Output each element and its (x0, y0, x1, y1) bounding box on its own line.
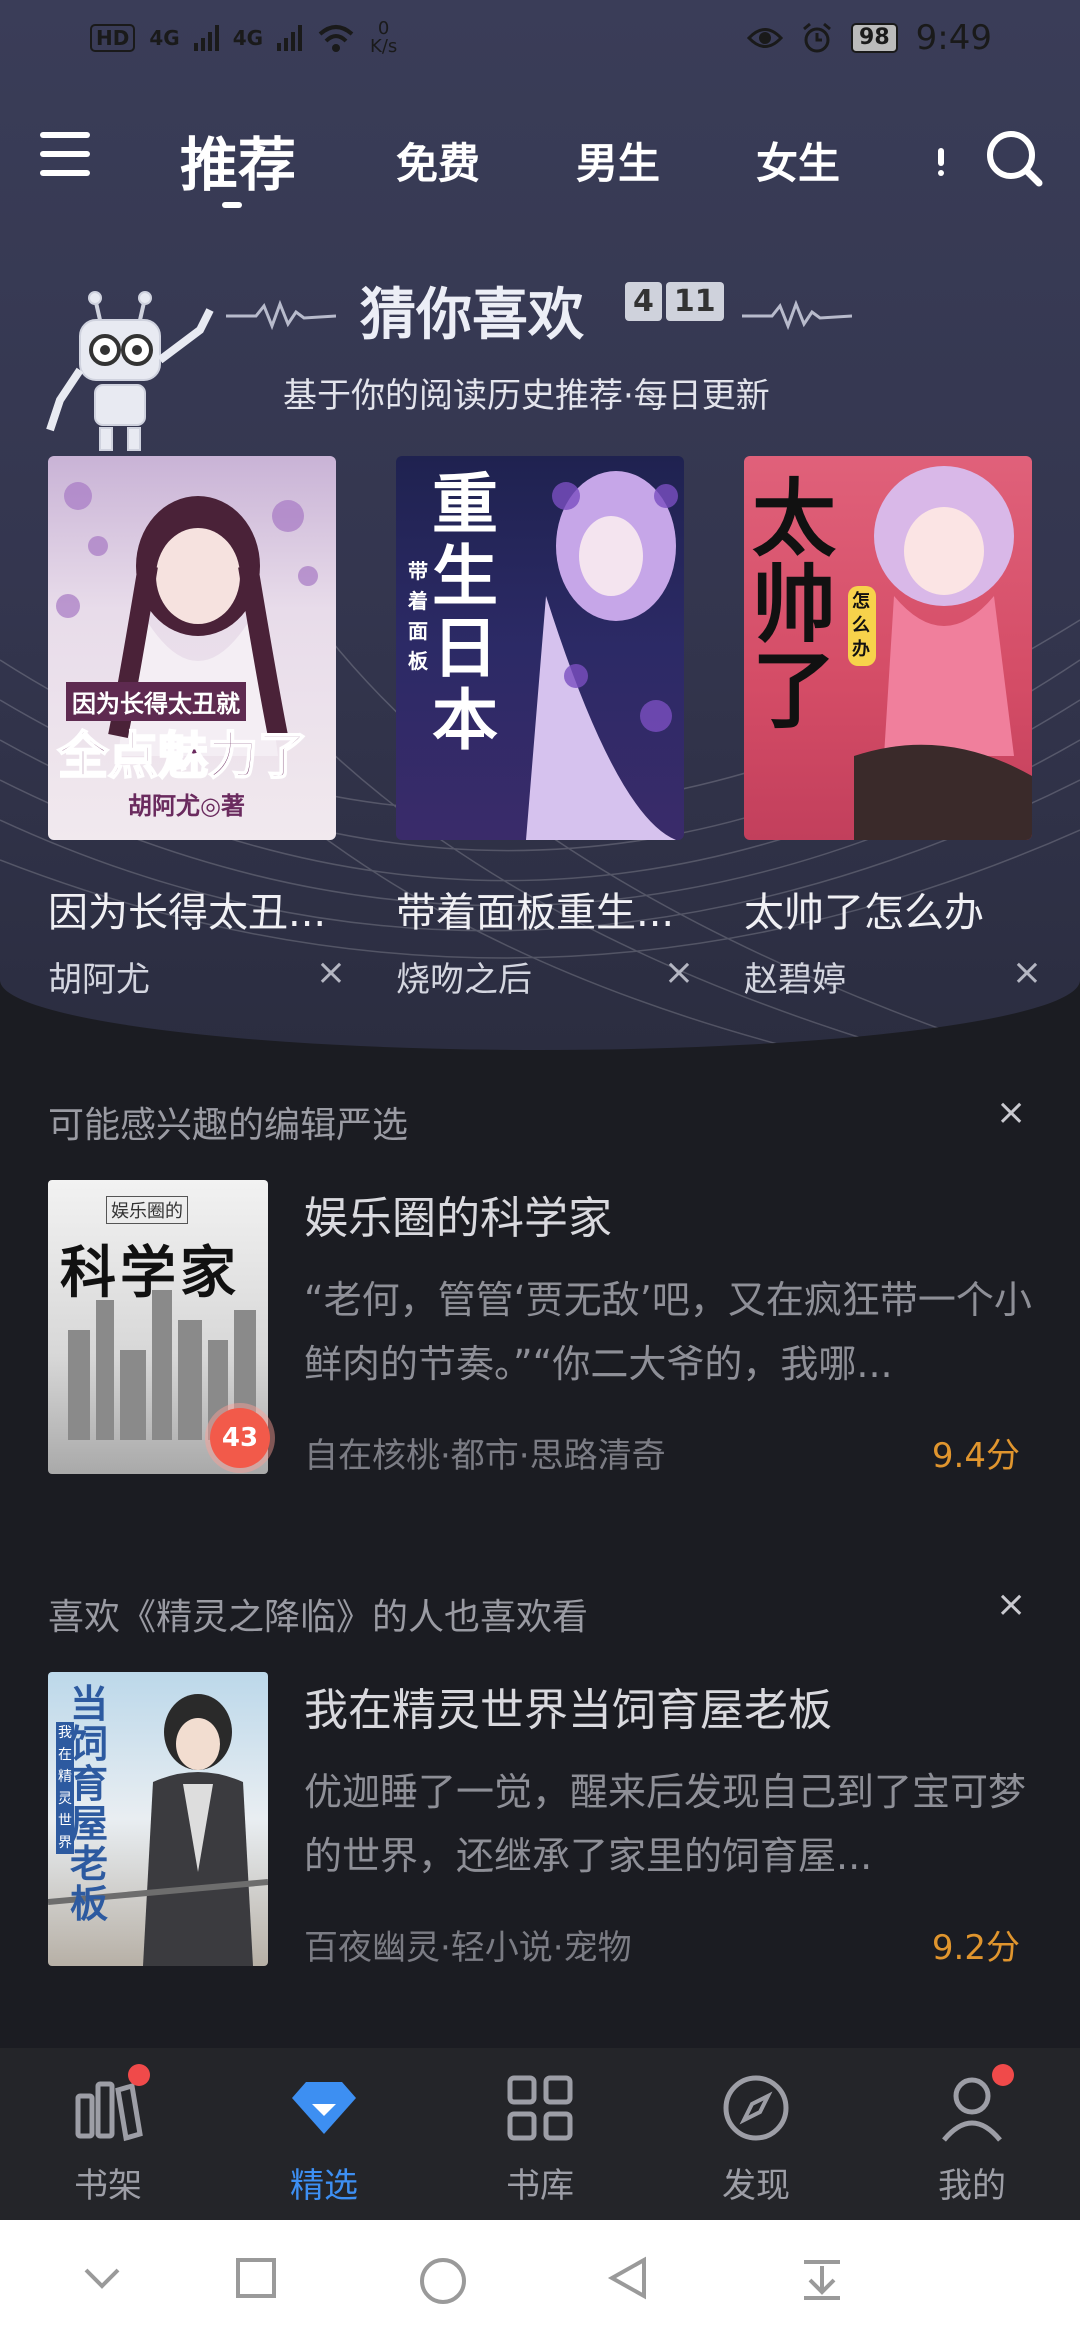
book-title[interactable]: 太帅了怎么办 (744, 880, 1044, 938)
dismiss-icon[interactable]: × (1012, 952, 1042, 993)
robot-mascot-icon (46, 291, 214, 451)
cover-author-text: 胡阿尤◎著 (128, 791, 245, 820)
signal-icon-2 (277, 25, 303, 51)
tab-free[interactable]: 免费 (396, 130, 480, 191)
network-type-2: 4G (232, 26, 264, 50)
more-tabs-indicator[interactable] (938, 140, 944, 180)
notification-pulldown-icon[interactable] (800, 2256, 844, 2300)
book-score: 9.2分 (931, 1928, 1020, 1968)
nav-label: 书库 (506, 2166, 574, 2206)
cover-main-text: 全点魅力了 (57, 725, 309, 786)
list-item[interactable]: 当饲育屋老板 我在精灵世界 我在精灵世界当饲育屋老板 优迦睡了一觉，醒来后发现自… (48, 1672, 1034, 1972)
book-meta: 百夜幽灵·轻小说·宠物 (304, 1928, 632, 1968)
nav-label: 我的 (938, 2166, 1006, 2206)
section-heading: 可能感兴趣的编辑严选 (48, 1105, 409, 1146)
nav-bookshelf[interactable]: 书架 (38, 2064, 178, 2207)
eye-icon (747, 28, 784, 48)
book-author: 赵碧婷 (744, 960, 846, 1000)
recents-square-icon[interactable] (234, 2256, 278, 2300)
wave-decoration-right (742, 300, 852, 330)
battery-indicator: 98 (851, 23, 898, 53)
status-bar: HD 4G 4G 0 K/s 98 9:49 (0, 0, 1080, 80)
calendar-day: 11 (665, 282, 724, 321)
recommend-book-card[interactable]: 重生日本 带着面板 带着面板重生... 烧吻之后 × (396, 456, 694, 1000)
wave-decoration-left (226, 300, 336, 330)
section-heading: 喜欢《精灵之降临》的人也喜欢看 (48, 1597, 589, 1638)
bottom-navigation: 书架 精选 书库 发现 我的 (0, 2048, 1080, 2220)
recommend-book-card[interactable]: 太帅了 怎么办 太帅了怎么办 赵碧婷 × (744, 456, 1042, 1000)
grid-icon (500, 2068, 580, 2148)
calendar-month: 4 (625, 282, 662, 321)
cover-main-text: 太帅了 (752, 469, 837, 740)
book-score: 9.4分 (931, 1436, 1020, 1476)
cover-side-text: 我在精灵世界 (56, 1722, 74, 1854)
book-cover[interactable]: 重生日本 带着面板 (396, 456, 684, 840)
diamond-icon (284, 2068, 364, 2148)
tab-male[interactable]: 男生 (576, 130, 660, 191)
recommend-book-card[interactable]: 因为长得太丑就 全点魅力了 胡阿尤◎著 因为长得太丑... 胡阿尤 × (48, 456, 346, 1000)
calendar-icon: 4 11 (625, 282, 724, 321)
book-author: 胡阿尤 (48, 960, 150, 1000)
signal-icon (193, 25, 219, 51)
book-author: 烧吻之后 (396, 960, 532, 1000)
dismiss-icon[interactable]: × (664, 952, 694, 993)
book-description: 优迦睡了一觉，醒来后发现自己到了宝可梦的世界，还继承了家里的饲育屋... (304, 1770, 1027, 1878)
hide-nav-chevron-icon[interactable] (80, 2256, 124, 2300)
cover-main-text: 科学家 (60, 1240, 240, 1306)
hd-badge: HD (90, 24, 136, 52)
user-icon (932, 2064, 1014, 2148)
nav-label: 发现 (722, 2166, 790, 2206)
rank-badge: 43 (210, 1408, 270, 1468)
dismiss-icon[interactable]: × (996, 1092, 1026, 1133)
cover-side-text: 怎么办 (848, 586, 876, 666)
network-type: 4G (149, 26, 180, 50)
book-description: “老何，管管‘贾无敌’吧，又在疯狂带一个小鲜肉的节奏。”“你二大爷的，我哪... (304, 1278, 1032, 1386)
cover-main-text: 当饲育屋老板 (70, 1681, 109, 1926)
nav-label: 精选 (290, 2166, 358, 2206)
book-cover[interactable]: 因为长得太丑就 全点魅力了 胡阿尤◎著 (48, 456, 336, 840)
book-title[interactable]: 因为长得太丑... (48, 880, 348, 938)
top-navigation: 推荐 免费 男生 女生 (0, 110, 1080, 220)
search-icon[interactable] (984, 128, 1044, 188)
alarm-icon (803, 22, 831, 53)
nav-profile[interactable]: 我的 (902, 2064, 1042, 2207)
wifi-icon (318, 25, 354, 52)
dismiss-icon[interactable]: × (316, 952, 346, 993)
notification-dot (128, 2064, 150, 2086)
tab-recommend[interactable]: 推荐 (180, 118, 296, 208)
book-title[interactable]: 带着面板重生... (396, 880, 696, 938)
book-meta: 自在核桃·都市·思路清奇 (304, 1436, 666, 1476)
system-navigation-bar (0, 2220, 1080, 2340)
back-triangle-icon[interactable] (606, 2256, 650, 2300)
recommend-subtitle: 基于你的阅读历史推荐·每日更新 (283, 376, 770, 416)
recommend-title: 猜你喜欢 (360, 282, 584, 348)
book-title[interactable]: 娱乐圈的科学家 (304, 1182, 612, 1246)
nav-discover[interactable]: 发现 (686, 2068, 826, 2207)
list-item[interactable]: 娱乐圈的 科学家 43 娱乐圈的科学家 “老何，管管‘贾无敌’吧，又在疯狂带一个… (48, 1180, 1034, 1480)
clock: 9:49 (915, 18, 992, 58)
cover-main-text: 重生日本 (432, 465, 498, 759)
home-circle-icon[interactable] (418, 2256, 468, 2306)
bookshelf-icon (68, 2064, 150, 2148)
nav-featured[interactable]: 精选 (254, 2068, 394, 2207)
cover-top-text: 娱乐圈的 (106, 1196, 188, 1224)
nav-library[interactable]: 书库 (470, 2068, 610, 2207)
cover-side-text: 带着面板 (408, 559, 428, 673)
nav-label: 书架 (74, 2166, 142, 2206)
menu-icon[interactable] (40, 132, 90, 182)
book-title[interactable]: 我在精灵世界当饲育屋老板 (304, 1674, 832, 1738)
network-speed: 0 K/s (370, 18, 398, 57)
notification-dot (992, 2064, 1014, 2086)
dismiss-icon[interactable]: × (996, 1584, 1026, 1625)
compass-icon (716, 2068, 796, 2148)
tab-female[interactable]: 女生 (756, 130, 840, 191)
book-cover[interactable]: 太帅了 怎么办 (744, 456, 1032, 840)
book-cover[interactable]: 当饲育屋老板 我在精灵世界 (48, 1672, 268, 1966)
